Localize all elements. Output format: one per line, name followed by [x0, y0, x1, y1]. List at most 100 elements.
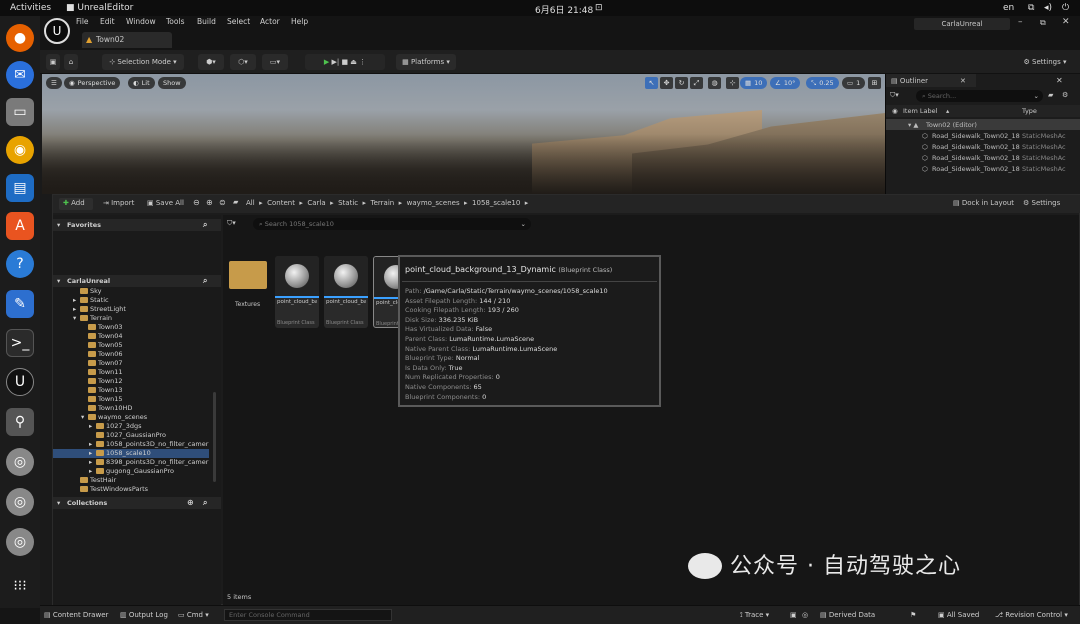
folder-tree-item[interactable]: Town15	[81, 395, 123, 404]
more-icon[interactable]: ⋮	[359, 58, 366, 66]
help-icon[interactable]: ?	[6, 250, 34, 278]
trace-dropdown[interactable]: ⟟ Trace ▾	[740, 611, 769, 620]
browse-icon[interactable]: ⌂	[64, 54, 78, 70]
breadcrumb-item[interactable]: waymo_scenes	[407, 199, 460, 207]
unreal-icon[interactable]: U	[6, 368, 34, 396]
folder-tree-item[interactable]: 1027_GaussianPro	[89, 431, 166, 440]
forward-icon[interactable]: ⊕	[206, 198, 213, 207]
outliner-tab[interactable]: ▤ Outliner ✕	[886, 74, 976, 87]
lit-button[interactable]: ◐ Lit	[128, 77, 155, 89]
all-saved-button[interactable]: ▣ All Saved	[938, 611, 979, 619]
step-icon[interactable]: ▶|	[331, 58, 341, 66]
breadcrumb-item[interactable]: Carla	[307, 199, 325, 207]
app-menu[interactable]: ■ UnrealEditor	[66, 3, 133, 13]
outliner-row[interactable]: ⬡ Road_Sidewalk_Town02_18 StaticMeshAc	[886, 141, 1080, 152]
menu-tools[interactable]: Tools	[166, 17, 184, 26]
folder-tree-item[interactable]: ▾ Terrain	[73, 314, 112, 323]
software-icon[interactable]: A	[6, 212, 34, 240]
folder-tree-item[interactable]: ▸ 1027_3dgs	[89, 422, 142, 431]
collections-header[interactable]: ▾ Collections ⊕ ⌕	[53, 497, 221, 509]
filter-icon[interactable]: ⛉▾	[227, 219, 236, 228]
search-icon[interactable]: ⌕	[203, 276, 207, 286]
text-editor-icon[interactable]: ✎	[6, 290, 34, 318]
derived-data-button[interactable]: ▤ Derived Data	[820, 611, 875, 619]
minimize-button[interactable]: –	[1018, 17, 1023, 27]
grid-snap-toggle[interactable]: ▦ 10	[740, 77, 768, 89]
stop-icon[interactable]: ■	[341, 58, 350, 66]
output-log-button[interactable]: ▥ Output Log	[120, 611, 168, 619]
terminal-icon[interactable]: >_	[6, 329, 34, 357]
folder-tree-item[interactable]: Town11	[81, 368, 123, 377]
folder-tree-item[interactable]: TestHair	[73, 476, 116, 485]
favorites-header[interactable]: ▾ Favorites ⌕	[53, 219, 221, 231]
outliner-row[interactable]: ▾ ▲ Town02 (Editor)	[886, 119, 1080, 130]
maximize-button[interactable]: ⧉	[1040, 18, 1046, 28]
clock[interactable]: 6月6日 21:48	[535, 3, 593, 16]
cinematics-icon[interactable]: ▭▾	[262, 54, 288, 70]
menu-edit[interactable]: Edit	[100, 17, 115, 26]
expand-arrow-icon[interactable]: ▸	[73, 296, 80, 304]
save-all-button[interactable]: ▣ Save All	[147, 199, 184, 207]
level-viewport[interactable]: ☰ ◉ Perspective ◐ Lit Show ↖ ✥ ↻ ⤢ ◍ ⊹ ▦ 10…	[42, 74, 885, 194]
search-icon[interactable]: ⌕	[203, 220, 207, 230]
thunderbird-icon[interactable]: ✉	[6, 61, 34, 89]
folder-tree-item[interactable]: Town13	[81, 386, 123, 395]
outliner-close-panel[interactable]: ✕	[1056, 76, 1063, 85]
add-button[interactable]: ✚ Add	[59, 198, 93, 210]
content-drawer-button[interactable]: ▤ Content Drawer	[44, 611, 108, 619]
folder-tree-item[interactable]: ▸ 1058_points3D_no_filter_camer	[89, 440, 208, 449]
apps-grid-icon[interactable]: ⁝⁝⁝	[6, 572, 34, 600]
breadcrumb-item[interactable]: 1058_scale10	[472, 199, 520, 207]
translate-icon[interactable]: ✥	[660, 77, 673, 89]
show-button[interactable]: Show	[158, 77, 186, 89]
history-icon[interactable]: ⊜	[219, 198, 226, 207]
scale-icon[interactable]: ⤢	[690, 77, 703, 89]
disc-icon[interactable]: ◎	[6, 488, 34, 516]
folder-tree-item[interactable]: ▾ waymo_scenes	[81, 413, 147, 422]
breadcrumb-item[interactable]: Content	[267, 199, 295, 207]
expand-arrow-icon[interactable]: ▸	[89, 422, 96, 430]
viewport-menu-button[interactable]: ☰	[46, 77, 62, 89]
firefox-icon[interactable]: ●	[6, 24, 34, 52]
expand-arrow-icon[interactable]: ▾	[73, 314, 80, 322]
asset-search-input[interactable]: ⌕ Search 1058_scale10 ⌄	[253, 218, 531, 230]
folder-tree-item[interactable]: Town10HD	[81, 404, 132, 413]
record-icon[interactable]: ◎	[802, 611, 808, 619]
language-indicator[interactable]: en	[1003, 3, 1014, 13]
folder-tree-item[interactable]: TestWindowsParts	[73, 485, 148, 493]
volume-icon[interactable]: ◂)	[1044, 3, 1052, 13]
selection-mode-dropdown[interactable]: ⊹ Selection Mode ▾	[102, 54, 184, 70]
expand-arrow-icon[interactable]: ▾	[81, 413, 88, 421]
folder-tree-item[interactable]: ▸ 8398_points3D_no_filter_camer	[89, 458, 208, 467]
tree-scrollbar[interactable]	[213, 392, 216, 482]
folder-tree-item[interactable]: Town03	[81, 323, 123, 332]
asset-tile[interactable]: point_cloud_background_... Blueprint Clas…	[324, 256, 368, 328]
disc-icon[interactable]: ◎	[6, 528, 34, 556]
dock-in-layout-button[interactable]: ▤ Dock in Layout	[953, 199, 1014, 207]
writer-icon[interactable]: ▤	[6, 174, 34, 202]
col-item-label[interactable]: Item Label	[903, 107, 937, 115]
expand-arrow-icon[interactable]: ▸	[89, 458, 96, 466]
filter-icon[interactable]: ⛉▾	[890, 91, 912, 102]
col-type[interactable]: Type	[1022, 107, 1037, 115]
menu-select[interactable]: Select	[227, 17, 250, 26]
world-space-icon[interactable]: ◍	[708, 77, 721, 89]
menu-build[interactable]: Build	[197, 17, 216, 26]
folder-tree-item[interactable]: ▸ 1058_scale10	[53, 449, 209, 458]
outliner-settings-icon[interactable]: ⚙	[1062, 91, 1068, 99]
project-root-header[interactable]: ▾ CarlaUnreal ⌕	[53, 275, 221, 287]
network-icon[interactable]: ⧉	[1028, 3, 1034, 13]
folder-tree-item[interactable]: Town12	[81, 377, 123, 386]
files-icon[interactable]: ▭	[6, 98, 34, 126]
browser-settings-button[interactable]: ⚙ Settings	[1023, 199, 1060, 207]
back-icon[interactable]: ⊖	[193, 198, 200, 207]
menu-actor[interactable]: Actor	[260, 17, 280, 26]
maximize-viewport-icon[interactable]: ⊞	[868, 77, 881, 89]
search-icon[interactable]: ⌕	[203, 498, 207, 508]
perspective-button[interactable]: ◉ Perspective	[64, 77, 121, 89]
save-icon[interactable]: ▣	[46, 54, 60, 70]
expand-arrow-icon[interactable]: ▸	[89, 449, 96, 457]
expand-arrow-icon[interactable]: ▸	[89, 440, 96, 448]
cmd-dropdown[interactable]: ▭ Cmd ▾	[178, 611, 209, 619]
blueprint-icon[interactable]: ⬡▾	[230, 54, 256, 70]
